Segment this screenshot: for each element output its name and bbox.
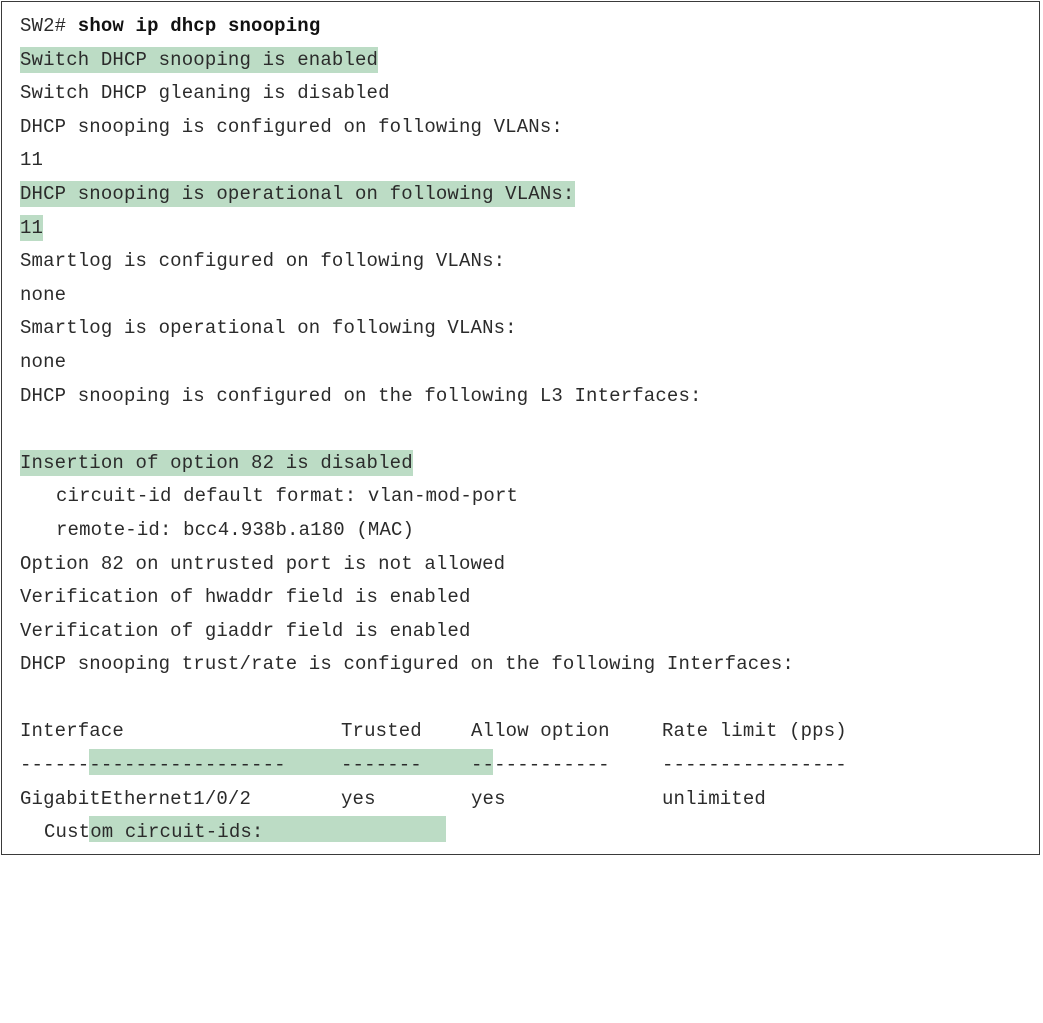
table-row: GigabitEthernet1/0/2 yes yes unlimited	[20, 783, 794, 843]
output-line: 11	[20, 149, 44, 172]
separator: -------	[341, 754, 422, 777]
output-line: Insertion of option 82 is disabled	[20, 447, 794, 481]
highlighted-text: DHCP snooping is operational on followin…	[20, 180, 575, 207]
output-line-indented: Custom circuit-ids:	[44, 821, 264, 844]
output-line: DHCP snooping is configured on following…	[20, 115, 563, 138]
table-header-interface: Interface	[20, 720, 124, 743]
output-line: Switch DHCP snooping is enabled	[20, 44, 794, 78]
output-line: 11	[20, 212, 794, 246]
table-header-row: Interface Trusted Allow option Rate limi…	[20, 715, 847, 776]
code-listing-frame: SW2# show ip dhcp snooping Switch DHCP s…	[1, 1, 1040, 855]
table-cell-interface: GigabitEthernet1/0/2	[20, 787, 252, 810]
output-line: Verification of giaddr field is enabled	[20, 619, 471, 642]
output-line: DHCP snooping is operational on followin…	[20, 178, 794, 212]
table-separator-row: ----------------------- ------- --------…	[20, 749, 847, 783]
table-cell-trusted: yes	[341, 787, 376, 810]
output-line: none	[20, 283, 67, 306]
cli-prompt: SW2#	[20, 15, 67, 37]
highlighted-text: Insertion of option 82 is disabled	[20, 449, 413, 476]
table-header-trusted: Trusted	[341, 720, 422, 743]
table-cell-allow-option: yes	[471, 787, 506, 810]
separator: ------------	[471, 754, 610, 777]
output-line-indented: remote-id: bcc4.938b.a180 (MAC)	[56, 518, 415, 541]
output-line: Verification of hwaddr field is enabled	[20, 586, 471, 609]
cli-command: show ip dhcp snooping	[77, 15, 321, 37]
highlighted-text: 11	[20, 214, 44, 241]
output-line: Switch DHCP gleaning is disabled	[20, 82, 390, 105]
output-line: DHCP snooping trust/rate is configured o…	[20, 653, 794, 676]
table-header-rate-limit: Rate limit (pps)	[662, 720, 847, 743]
cli-output: SW2# show ip dhcp snooping Switch DHCP s…	[20, 10, 847, 850]
output-line-indented: circuit-id default format: vlan-mod-port	[56, 485, 519, 508]
output-line: DHCP snooping is configured on the follo…	[20, 384, 702, 407]
output-line: Smartlog is configured on following VLAN…	[20, 250, 506, 273]
table-cell-rate-limit: unlimited	[662, 787, 766, 810]
separator: ----------------	[662, 754, 847, 777]
output-line: Smartlog is operational on following VLA…	[20, 317, 517, 340]
separator: -----------------------	[20, 754, 286, 777]
output-line: none	[20, 350, 67, 373]
table-header-allow-option: Allow option	[471, 720, 610, 743]
highlighted-text: Switch DHCP snooping is enabled	[20, 46, 379, 73]
command-line: SW2# show ip dhcp snooping	[20, 10, 794, 44]
output-line: Option 82 on untrusted port is not allow…	[20, 552, 506, 575]
